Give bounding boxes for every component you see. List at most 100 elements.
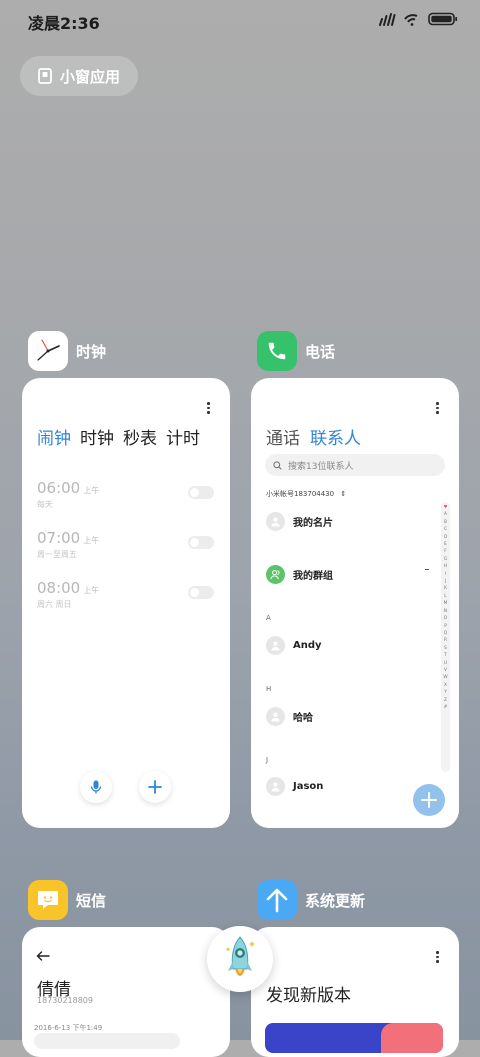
- alarm-time: 06:00: [37, 479, 81, 497]
- contact-row[interactable]: Jason: [266, 777, 323, 796]
- small-window-icon: [38, 68, 52, 84]
- tab-alarm[interactable]: 闹钟: [37, 424, 71, 449]
- account-selector[interactable]: 小米帐号183704430 ⇕: [266, 489, 346, 499]
- search-placeholder: 搜索13位联系人: [288, 461, 354, 472]
- contact-search-input[interactable]: 搜索13位联系人: [265, 454, 445, 476]
- update-app-card[interactable]: 发现新版本: [251, 927, 459, 1057]
- tab-calls[interactable]: 通话: [266, 424, 300, 449]
- index-letter[interactable]: V: [444, 667, 447, 674]
- index-letter[interactable]: I: [445, 571, 446, 578]
- alarm-repeat: 周六 周日: [37, 600, 72, 609]
- phone-app-icon: [257, 331, 297, 371]
- clock-app-header[interactable]: 时钟: [28, 331, 106, 371]
- contact-row[interactable]: Andy: [266, 636, 322, 655]
- index-letter[interactable]: Q: [444, 630, 447, 637]
- index-letter[interactable]: Y: [444, 689, 447, 696]
- index-letter[interactable]: M: [444, 600, 448, 607]
- contact-name: 哈哈: [293, 713, 313, 724]
- section-letter: A: [266, 614, 271, 622]
- index-letter[interactable]: B: [444, 519, 447, 526]
- group-icon: [270, 570, 280, 580]
- sms-app-header[interactable]: 短信: [28, 880, 106, 920]
- index-letter[interactable]: E: [444, 541, 447, 548]
- phone-app-header[interactable]: 电话: [257, 331, 335, 371]
- index-letter[interactable]: K: [444, 585, 447, 592]
- collapse-icon[interactable]: [425, 569, 429, 570]
- index-letter[interactable]: O: [444, 615, 447, 622]
- index-letter[interactable]: P: [444, 623, 447, 630]
- status-icons: [378, 12, 458, 26]
- tab-clock[interactable]: 时钟: [80, 424, 114, 449]
- clock-menu-icon[interactable]: [207, 402, 210, 416]
- my-groups-row[interactable]: 我的群组: [266, 565, 333, 584]
- alarm-toggle[interactable]: [188, 486, 214, 499]
- update-banner: [265, 1023, 443, 1053]
- alarm-toggle[interactable]: [188, 536, 214, 549]
- index-letter[interactable]: #: [444, 704, 448, 711]
- index-letter[interactable]: T: [444, 652, 447, 659]
- section-letter: H: [266, 685, 272, 693]
- clock-app-icon: [28, 331, 68, 371]
- rocket-icon: [225, 936, 255, 976]
- tab-stopwatch[interactable]: 秒表: [123, 424, 157, 449]
- clock-app-card[interactable]: 闹钟 时钟 秒表 计时 06:00 上午 每天 07:00 上午 周一至周五 08:…: [22, 378, 230, 828]
- voice-alarm-button[interactable]: [80, 771, 112, 803]
- phone-tabs: 通话 联系人: [266, 424, 361, 449]
- sms-app-icon: [28, 880, 68, 920]
- index-letter[interactable]: L: [444, 593, 446, 600]
- index-letter[interactable]: G: [444, 556, 447, 563]
- alarm-ampm: 上午: [83, 486, 100, 495]
- index-letter[interactable]: D: [444, 534, 447, 541]
- index-letter[interactable]: J: [445, 578, 446, 585]
- group-avatar: [266, 565, 285, 584]
- index-letter[interactable]: X: [444, 682, 447, 689]
- message-bubble: [34, 1033, 180, 1049]
- back-arrow-icon[interactable]: [36, 951, 50, 961]
- sms-app-card[interactable]: 倩倩 18730218809 2016-6-13 下午1:49: [22, 927, 230, 1057]
- index-letter[interactable]: C: [444, 526, 447, 533]
- section-letter: J: [266, 756, 269, 764]
- my-card-row[interactable]: 我的名片: [266, 512, 333, 531]
- index-letter[interactable]: Z: [444, 697, 447, 704]
- phone-menu-icon[interactable]: [436, 402, 439, 416]
- alarm-toggle[interactable]: [188, 586, 214, 599]
- battery-icon: [428, 12, 458, 26]
- index-letter[interactable]: A: [444, 511, 447, 518]
- avatar: [266, 512, 285, 531]
- alarm-repeat: 每天: [37, 500, 53, 509]
- plus-icon: [421, 792, 437, 808]
- sms-app-name: 短信: [76, 891, 107, 910]
- update-title: 发现新版本: [266, 986, 351, 1006]
- clock-app-name: 时钟: [76, 342, 107, 361]
- message-timestamp: 2016-6-13 下午1:49: [34, 1024, 103, 1032]
- phone-app-name: 电话: [305, 342, 336, 361]
- contact-name: Jason: [293, 781, 324, 792]
- contact-row[interactable]: 哈哈: [266, 707, 313, 726]
- alphabet-index-bar[interactable]: ♥ A B C D E F G H I J K L M N O P Q R S T U V W X Y Z #: [441, 502, 450, 772]
- index-letter[interactable]: F: [444, 548, 446, 555]
- tab-timer[interactable]: 计时: [166, 424, 200, 449]
- clear-all-button[interactable]: [207, 926, 273, 992]
- index-letter[interactable]: R: [444, 637, 447, 644]
- index-letter[interactable]: W: [443, 674, 447, 681]
- index-letter[interactable]: ♥: [444, 504, 448, 511]
- index-letter[interactable]: S: [444, 645, 447, 652]
- small-window-label: 小窗应用: [59, 67, 120, 86]
- update-app-icon: [257, 880, 297, 920]
- contact-name: Andy: [293, 640, 322, 651]
- swap-icon: ⇕: [340, 490, 347, 498]
- tab-contacts[interactable]: 联系人: [310, 424, 361, 449]
- alarm-time: 07:00: [37, 529, 81, 547]
- index-letter[interactable]: U: [444, 660, 447, 667]
- update-app-header[interactable]: 系统更新: [257, 880, 365, 920]
- phone-app-card[interactable]: 通话 联系人 搜索13位联系人 小米帐号183704430 ⇕ 我的名片 我的群…: [251, 378, 459, 828]
- update-menu-icon[interactable]: [436, 951, 439, 965]
- microphone-icon: [90, 780, 102, 794]
- index-letter[interactable]: N: [444, 608, 447, 615]
- add-contact-button[interactable]: [413, 784, 445, 816]
- small-window-apps-button[interactable]: 小窗应用: [20, 56, 138, 96]
- person-icon: [271, 782, 280, 792]
- avatar: [266, 707, 285, 726]
- add-alarm-button[interactable]: [139, 771, 171, 803]
- index-letter[interactable]: H: [444, 563, 447, 570]
